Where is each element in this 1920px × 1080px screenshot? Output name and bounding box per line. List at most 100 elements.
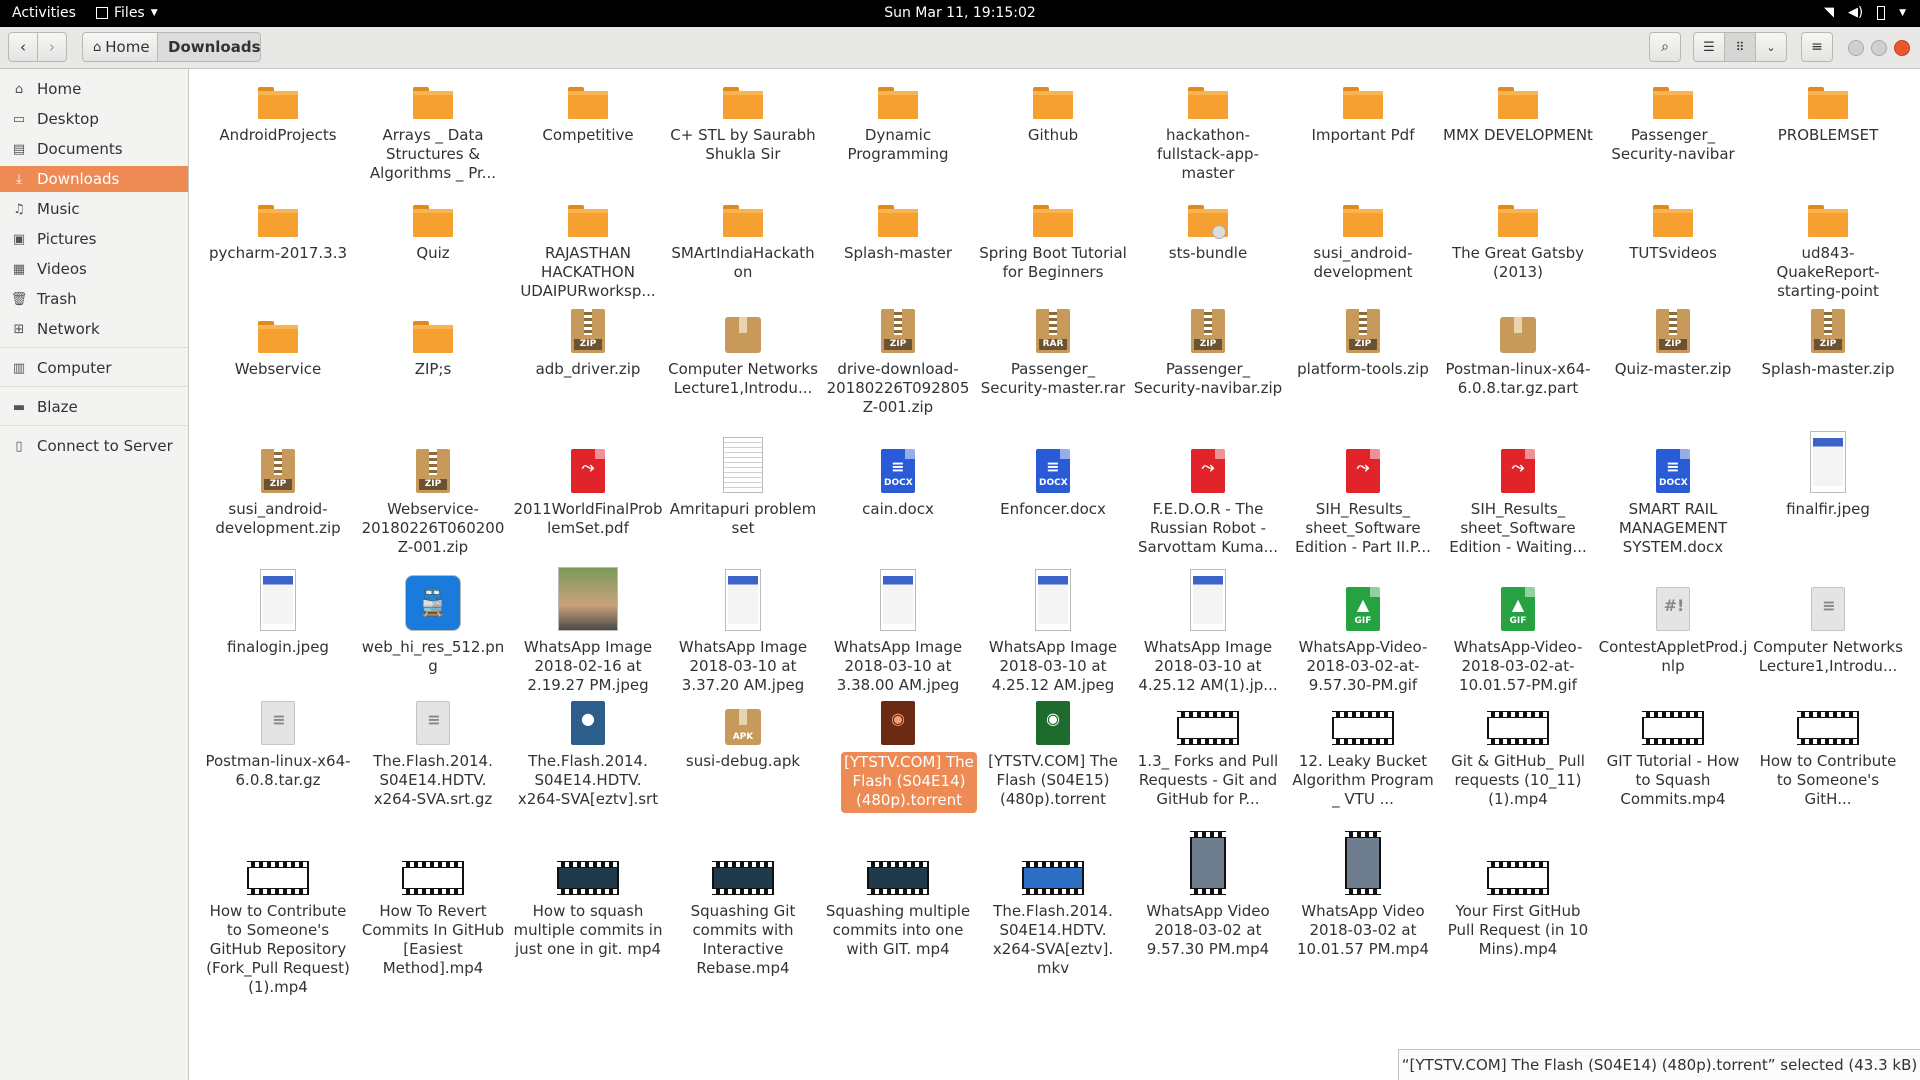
sidebar-item-computer[interactable]: ▥ Computer <box>0 355 188 381</box>
folder-item[interactable]: susi_android-development <box>1288 187 1438 317</box>
file-item[interactable]: finalogin.jpeg <box>203 557 353 687</box>
folder-item[interactable]: SMArtIndiaHackathon <box>668 187 818 317</box>
file-item[interactable]: ZIP platform-tools.zip <box>1288 303 1438 433</box>
grid-view-button[interactable]: ⠿ <box>1724 32 1756 62</box>
folder-item[interactable]: ZIP;s <box>358 303 508 433</box>
file-item[interactable]: ZIP Splash-master.zip <box>1753 303 1903 433</box>
folder-item[interactable]: Spring Boot Tutorial for Beginners <box>978 187 1128 317</box>
file-item[interactable]: How to Contribute to Someone's GitHub Re… <box>203 821 353 996</box>
file-item[interactable]: How To Revert Commits In GitHub [Easiest… <box>358 821 508 977</box>
file-item[interactable]: Computer Networks Lecture1,Introdu... <box>668 303 818 433</box>
file-item[interactable]: ZIP drive-download-20180226T092805Z-001.z… <box>823 303 973 433</box>
folder-item[interactable]: RAJASTHAN HACKATHON UDAIPURworksp... <box>513 187 663 317</box>
file-item[interactable]: WhatsApp Video 2018-03-02 at 9.57.30 PM.… <box>1133 821 1283 958</box>
breadcrumb-home[interactable]: ⌂ Home <box>82 32 158 62</box>
sidebar-item-downloads[interactable]: ⤓ Downloads <box>0 166 188 192</box>
file-item[interactable]: ⤳ SIH_Results_ sheet_Software Edition - P… <box>1288 419 1438 556</box>
folder-item[interactable]: C+ STL by Saurabh Shukla Sir <box>668 69 818 199</box>
file-item[interactable]: APK susi-debug.apk <box>668 695 818 825</box>
folder-item[interactable]: sts-bundle <box>1133 187 1283 317</box>
file-item[interactable]: ▲ GIF WhatsApp-Video-2018-03-02-at-9.57.30… <box>1288 557 1438 694</box>
sidebar-item-connect-to-server[interactable]: ▯ Connect to Server <box>0 433 188 459</box>
file-item[interactable]: WhatsApp Video 2018-03-02 at 10.01.57 PM… <box>1288 821 1438 958</box>
folder-item[interactable]: Dynamic Programming <box>823 69 973 199</box>
file-item[interactable]: ZIP Passenger_ Security-navibar.zip <box>1133 303 1283 433</box>
file-item[interactable]: ⤳ 2011WorldFinalProblemSet.pdf <box>513 419 663 549</box>
file-item[interactable]: GIT Tutorial - How to Squash Commits.mp4 <box>1598 695 1748 825</box>
folder-item[interactable]: Arrays _ Data Structures & Algorithms _ … <box>358 69 508 199</box>
close-button[interactable] <box>1894 40 1910 56</box>
file-item[interactable]: ≡ Postman-linux-x64-6.0.8.tar.gz <box>203 695 353 825</box>
file-item[interactable]: ≡ Computer Networks Lecture1,Introdu... <box>1753 557 1903 687</box>
file-item[interactable]: WhatsApp Image 2018-03-10 at 4.25.12 AM.… <box>978 557 1128 694</box>
breadcrumb-current[interactable]: Downloads <box>157 32 261 62</box>
file-item[interactable]: WhatsApp Image 2018-02-16 at 2.19.27 PM.… <box>513 557 663 694</box>
folder-item[interactable]: TUTSvideos <box>1598 187 1748 317</box>
folder-item[interactable]: AndroidProjects <box>203 69 353 199</box>
system-menu[interactable]: ◥ ◀) ▼ <box>1824 5 1906 20</box>
file-item[interactable]: How to squash multiple commits in just o… <box>513 821 663 958</box>
file-item[interactable]: ⤳ SIH_Results_ sheet_Software Edition - W… <box>1443 419 1593 556</box>
file-item[interactable]: Squashing multiple commits into one with… <box>823 821 973 958</box>
folder-item[interactable]: Webservice <box>203 303 353 433</box>
file-item[interactable]: The.Flash.2014. S04E14.HDTV. x264-SVA[ez… <box>978 821 1128 977</box>
folder-item[interactable]: Github <box>978 69 1128 199</box>
sidebar-item-pictures[interactable]: ▣ Pictures <box>0 226 188 252</box>
file-item[interactable]: ● The.Flash.2014. S04E14.HDTV. x264-SVA[e… <box>513 695 663 825</box>
file-item[interactable]: ≡ DOCX SMART RAIL MANAGEMENT SYSTEM.docx <box>1598 419 1748 556</box>
sidebar-item-documents[interactable]: ▤ Documents <box>0 136 188 162</box>
file-item[interactable]: ZIP Webservice-20180226T060200Z-001.zip <box>358 419 508 556</box>
folder-item[interactable]: MMX DEVELOPMENt <box>1443 69 1593 199</box>
folder-item[interactable]: PROBLEMSET <box>1753 69 1903 199</box>
file-item[interactable]: Squashing Git commits with Interactive R… <box>668 821 818 977</box>
maximize-button[interactable] <box>1871 40 1887 56</box>
file-item[interactable]: ≡ DOCX cain.docx <box>823 419 973 549</box>
folder-item[interactable]: Important Pdf <box>1288 69 1438 199</box>
sidebar-item-videos[interactable]: ▦ Videos <box>0 256 188 282</box>
file-item[interactable]: #! ContestAppletProd.jnlp <box>1598 557 1748 687</box>
app-menu[interactable]: Files ▼ <box>96 5 158 21</box>
file-item[interactable]: ZIP Quiz-master.zip <box>1598 303 1748 433</box>
folder-item[interactable]: The Great Gatsby (2013) <box>1443 187 1593 317</box>
file-item[interactable]: ZIP adb_driver.zip <box>513 303 663 433</box>
file-item[interactable]: ≡ The.Flash.2014. S04E14.HDTV. x264-SVA.s… <box>358 695 508 825</box>
file-item[interactable]: Postman-linux-x64-6.0.8.tar.gz.part <box>1443 303 1593 433</box>
file-item[interactable]: 🚆 web_hi_res_512.png <box>358 557 508 687</box>
file-item[interactable]: How to Contribute to Someone's GitH... <box>1753 695 1903 825</box>
view-options-button[interactable]: ⌄ <box>1755 32 1787 62</box>
sidebar-item-home[interactable]: ⌂ Home <box>0 76 188 102</box>
list-view-button[interactable]: ☰ <box>1693 32 1725 62</box>
file-item[interactable]: finalfir.jpeg <box>1753 419 1903 549</box>
file-item[interactable]: RAR Passenger_ Security-master.rar <box>978 303 1128 433</box>
folder-item[interactable]: Passenger_ Security-navibar <box>1598 69 1748 199</box>
file-item[interactable]: WhatsApp Image 2018-03-10 at 3.38.00 AM.… <box>823 557 973 694</box>
file-item[interactable]: WhatsApp Image 2018-03-10 at 4.25.12 AM(… <box>1133 557 1283 694</box>
folder-item[interactable]: Quiz <box>358 187 508 317</box>
file-item[interactable]: Your First GitHub Pull Request (in 10 Mi… <box>1443 821 1593 958</box>
folder-item[interactable]: hackathon-fullstack-app-master <box>1133 69 1283 199</box>
file-item[interactable]: 12. Leaky Bucket Algorithm Program _ VTU… <box>1288 695 1438 825</box>
file-item[interactable]: ≡ DOCX Enfoncer.docx <box>978 419 1128 549</box>
forward-button[interactable]: › <box>37 32 67 62</box>
file-item[interactable]: ◉ [YTSTV.COM] The Flash (S04E15) (480p).t… <box>978 695 1128 825</box>
minimize-button[interactable] <box>1848 40 1864 56</box>
file-item[interactable]: 1.3_ Forks and Pull Requests - Git and G… <box>1133 695 1283 825</box>
search-button[interactable]: ⌕ <box>1649 32 1681 62</box>
file-item[interactable]: ◉ [YTSTV.COM] The Flash (S04E14) (480p).t… <box>823 695 977 825</box>
back-button[interactable]: ‹ <box>8 32 38 62</box>
file-item[interactable]: WhatsApp Image 2018-03-10 at 3.37.20 AM.… <box>668 557 818 694</box>
file-item[interactable]: ZIP susi_android-development.zip <box>203 419 353 549</box>
sidebar-item-trash[interactable]: 🗑 Trash <box>0 286 188 312</box>
folder-item[interactable]: Splash-master <box>823 187 973 317</box>
file-item[interactable]: ⤳ F.E.D.O.R - The Russian Robot - Sarvott… <box>1133 419 1283 556</box>
folder-item[interactable]: Competitive <box>513 69 663 199</box>
file-item[interactable]: Git & GitHub_ Pull requests (10_11) (1).… <box>1443 695 1593 825</box>
file-item[interactable]: ▲ GIF WhatsApp-Video-2018-03-02-at-10.01.5… <box>1443 557 1593 694</box>
file-item[interactable]: Amritapuri problem set <box>668 419 818 549</box>
activities-button[interactable]: Activities <box>12 5 76 21</box>
menu-button[interactable]: ≡ <box>1801 32 1833 62</box>
sidebar-item-blaze[interactable]: ▬ Blaze <box>0 394 188 420</box>
sidebar-item-music[interactable]: ♫ Music <box>0 196 188 222</box>
clock[interactable]: Sun Mar 11, 19:15:02 <box>0 5 1920 21</box>
folder-item[interactable]: pycharm-2017.3.3 <box>203 187 353 317</box>
